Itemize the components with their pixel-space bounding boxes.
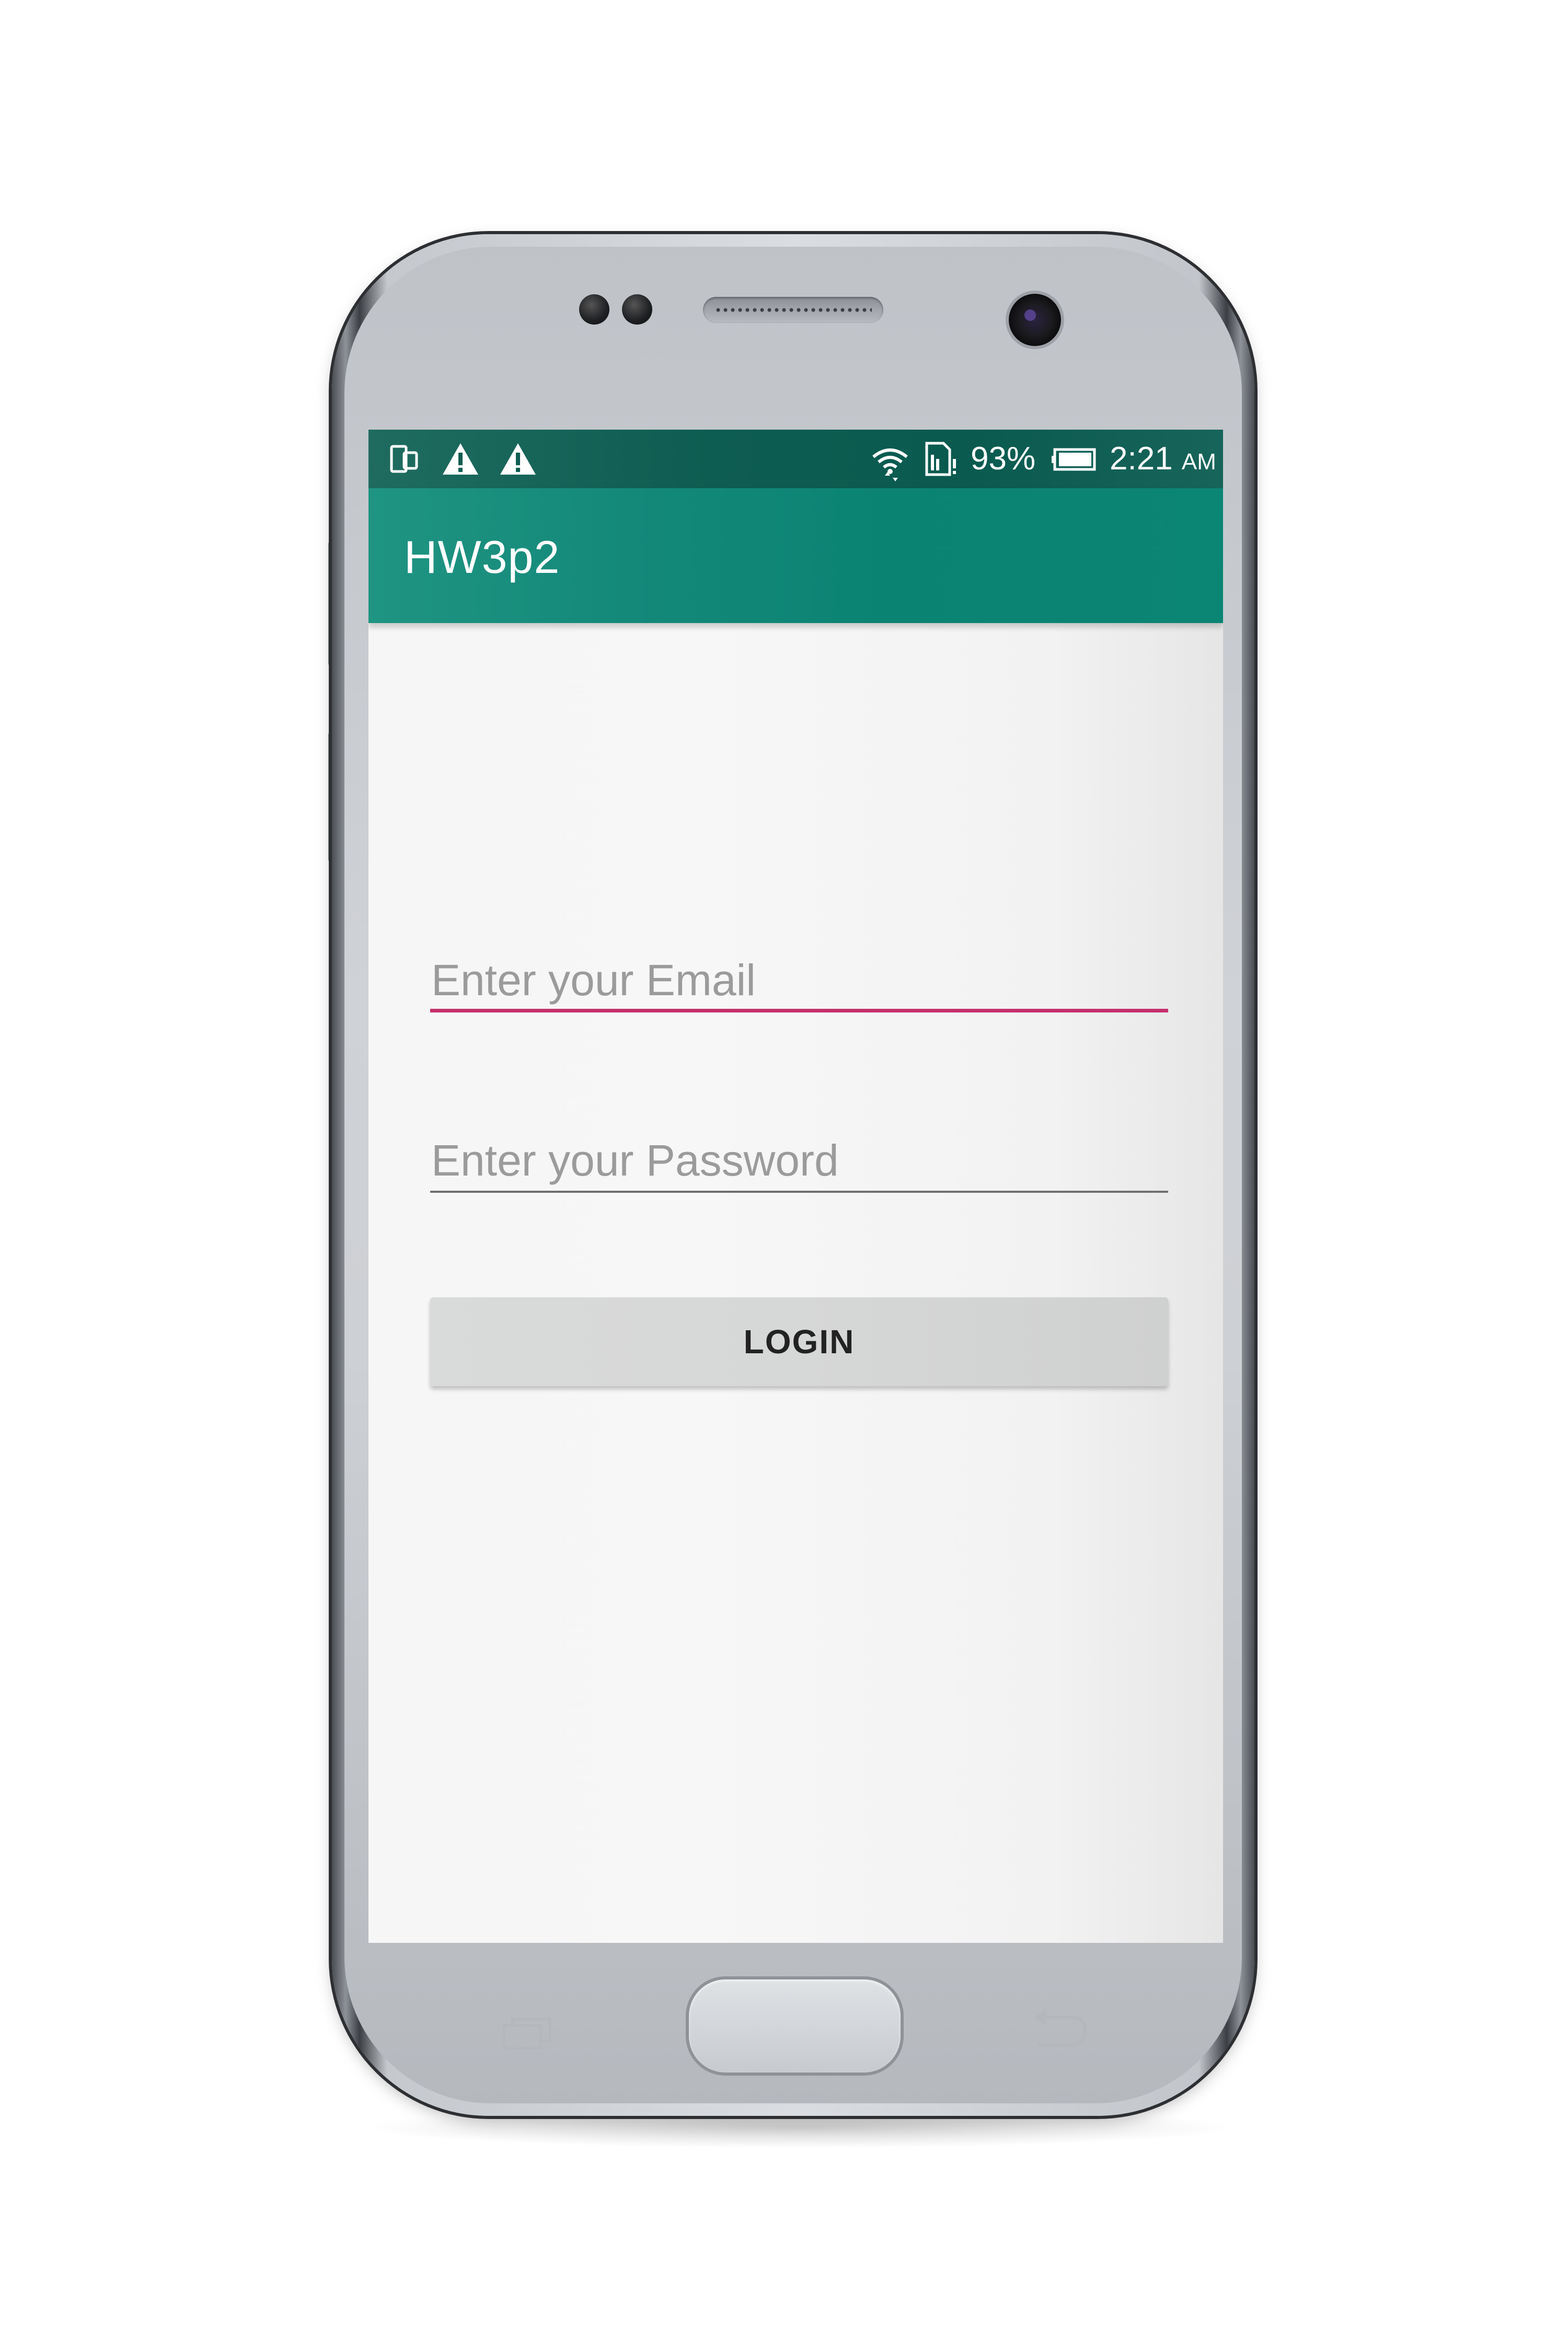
battery-percent: 93% xyxy=(971,441,1036,477)
front-camera-icon xyxy=(1009,294,1061,346)
home-button[interactable] xyxy=(689,1979,901,2072)
wifi-icon xyxy=(869,441,911,481)
light-sensor-icon xyxy=(622,294,652,325)
stage: 93% 2:21 AM HW3p2 Enter your Email Enter xyxy=(0,0,1568,2326)
speaker-grill xyxy=(714,307,872,313)
email-underline xyxy=(430,1009,1168,1012)
back-icon[interactable] xyxy=(1031,2007,1088,2052)
warning-icon xyxy=(442,441,479,477)
password-underline xyxy=(430,1191,1168,1193)
email-placeholder: Enter your Email xyxy=(431,955,756,1005)
app-bar: HW3p2 xyxy=(368,488,1223,623)
earpiece-speaker xyxy=(703,297,883,323)
clock: 2:21 AM xyxy=(1110,439,1216,482)
email-field[interactable]: Enter your Email xyxy=(430,945,1168,1012)
screen: 93% 2:21 AM HW3p2 Enter your Email Enter xyxy=(368,430,1223,1943)
screen-rotate-icon xyxy=(388,441,420,477)
password-placeholder: Enter your Password xyxy=(431,1136,839,1185)
proximity-sensor-icon xyxy=(579,294,609,325)
warning-icon xyxy=(499,441,537,477)
recent-apps-icon[interactable] xyxy=(501,2015,553,2052)
battery-icon xyxy=(1051,441,1098,477)
clock-ampm: AM xyxy=(1181,449,1216,475)
password-field[interactable]: Enter your Password xyxy=(430,1125,1168,1193)
sim-card-icon xyxy=(924,441,960,477)
login-button[interactable]: LOGIN xyxy=(430,1297,1168,1386)
status-bar: 93% 2:21 AM xyxy=(368,430,1223,488)
clock-time: 2:21 xyxy=(1110,441,1173,477)
app-title: HW3p2 xyxy=(404,531,560,583)
camera-lens xyxy=(1024,309,1036,321)
